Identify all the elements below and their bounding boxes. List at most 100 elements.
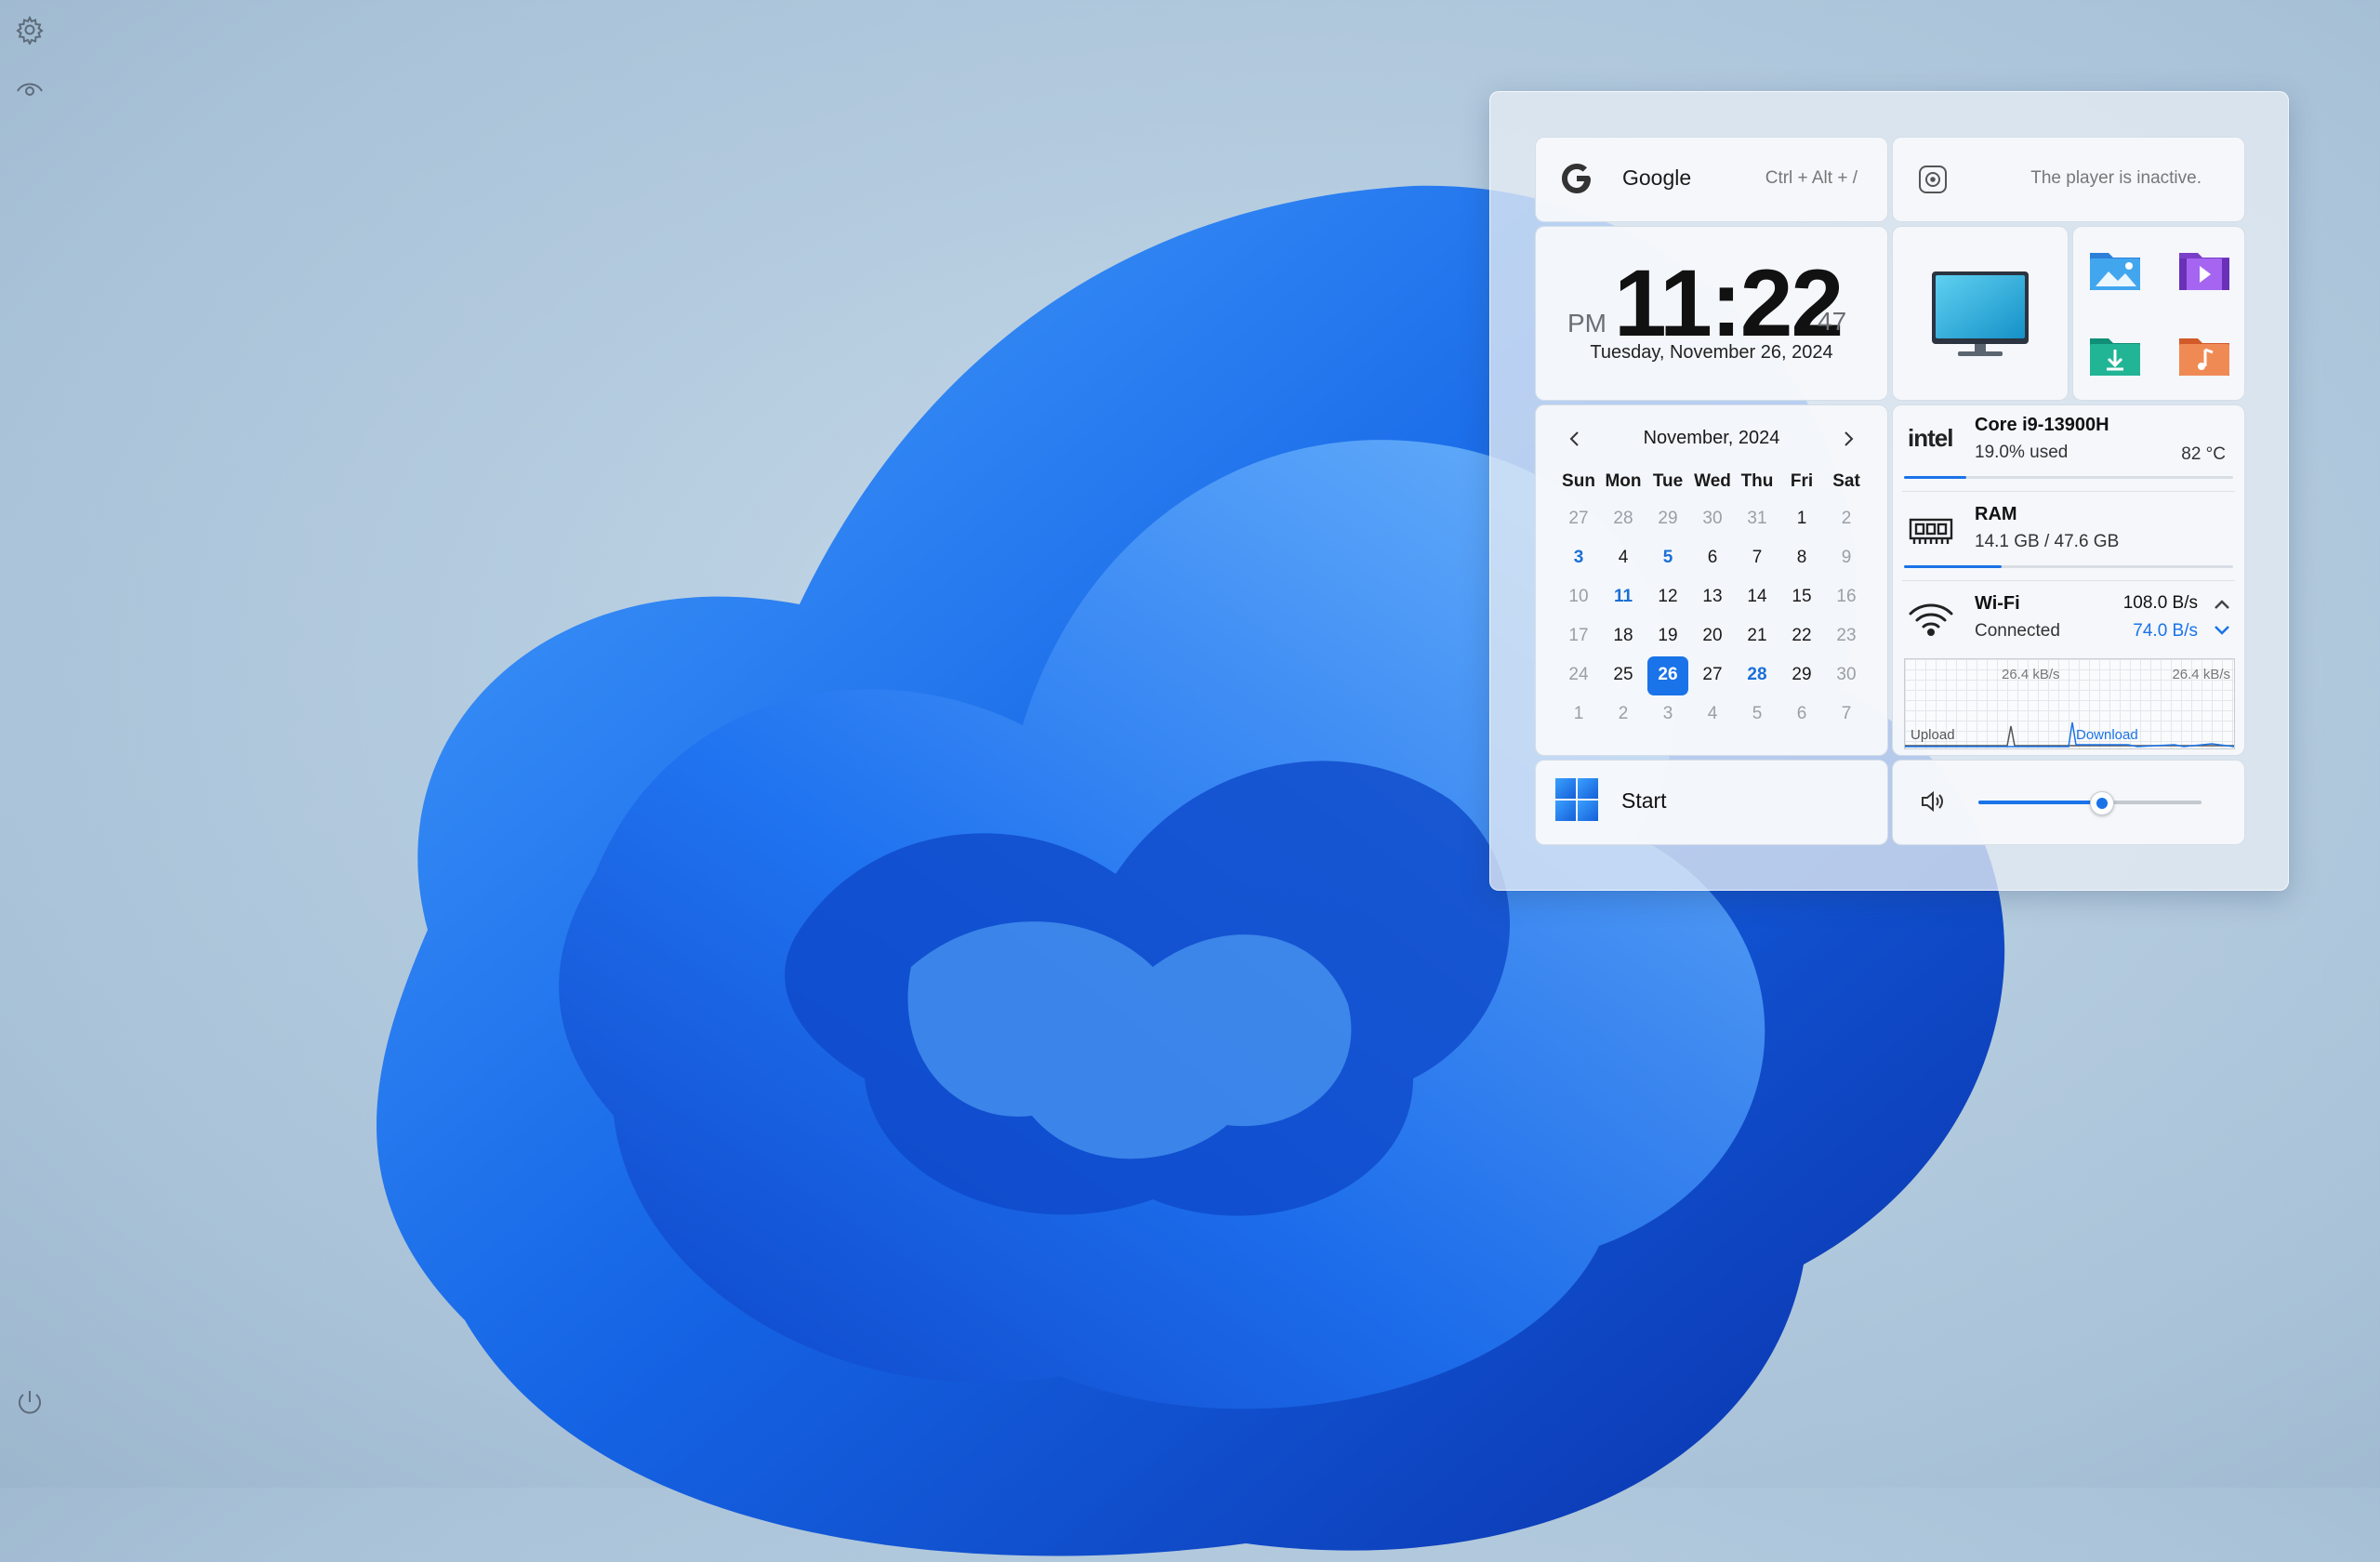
upload-graph-label: Upload <box>1911 727 1955 743</box>
calendar-day[interactable]: 5 <box>1647 539 1688 578</box>
calendar-day[interactable]: 25 <box>1603 656 1644 695</box>
chevron-right-icon <box>1844 431 1854 446</box>
clock-seconds: 47 <box>1818 307 1847 336</box>
calendar-weekday: Thu <box>1740 471 1774 491</box>
search-shortcut-hint: Ctrl + Alt + / <box>1765 168 1858 188</box>
calendar-day[interactable]: 2 <box>1603 695 1644 735</box>
pictures-folder-icon[interactable] <box>2088 245 2142 294</box>
calendar-next-button[interactable] <box>1835 426 1861 452</box>
downloads-folder-icon[interactable] <box>2088 331 2142 379</box>
eye-icon[interactable] <box>13 73 46 106</box>
google-search-card[interactable]: Google Ctrl + Alt + / <box>1535 137 1888 222</box>
calendar-day[interactable]: 8 <box>1781 539 1822 578</box>
calendar-day[interactable]: 17 <box>1558 617 1599 656</box>
calendar-day[interactable]: 7 <box>1826 695 1867 735</box>
widget-panel: Google Ctrl + Alt + / The player is inac… <box>1489 91 2289 891</box>
calendar-day[interactable]: 9 <box>1826 539 1867 578</box>
calendar-day[interactable]: 6 <box>1692 539 1733 578</box>
calendar-weekday: Sat <box>1832 471 1860 491</box>
monitor-icon <box>1932 271 2029 356</box>
google-icon <box>1562 164 1591 193</box>
calendar-day[interactable]: 3 <box>1647 695 1688 735</box>
calendar-day[interactable]: 30 <box>1826 656 1867 695</box>
calendar-day[interactable]: 24 <box>1558 656 1599 695</box>
ram-usage-bar <box>1904 565 2233 568</box>
calendar-day[interactable]: 29 <box>1647 500 1688 539</box>
calendar-day[interactable]: 2 <box>1826 500 1867 539</box>
media-player-card[interactable]: The player is inactive. <box>1892 137 2245 222</box>
calendar-day[interactable]: 19 <box>1647 617 1688 656</box>
clock-ampm: PM <box>1567 309 1606 338</box>
calendar-day[interactable]: 27 <box>1558 500 1599 539</box>
calendar-day[interactable]: 23 <box>1826 617 1867 656</box>
calendar-day[interactable]: 27 <box>1692 656 1733 695</box>
calendar-day-today[interactable]: 26 <box>1647 656 1688 695</box>
wifi-status: Connected <box>1975 621 2060 641</box>
network-graph: 26.4 kB/s 26.4 kB/s Upload Download <box>1904 658 2235 749</box>
start-label: Start <box>1621 788 1667 813</box>
calendar-weekday: Sun <box>1562 471 1595 491</box>
system-monitor-card: intel Core i9-13900H 19.0% used 82 °C RA… <box>1892 404 2245 756</box>
ram-usage: 14.1 GB / 47.6 GB <box>1975 532 2120 551</box>
power-icon[interactable] <box>13 1385 46 1419</box>
cpu-usage: 19.0% used <box>1975 443 2069 462</box>
media-player-icon <box>1919 165 1947 193</box>
calendar-card: November, 2024 Sun Mon Tue Wed Thu Fri Sat 27 28… <box>1535 404 1888 756</box>
calendar-day[interactable]: 22 <box>1781 617 1822 656</box>
wifi-upload-rate: 108.0 B/s <box>2122 593 2198 613</box>
download-graph-label: Download <box>2076 727 2138 743</box>
calendar-day[interactable]: 13 <box>1692 578 1733 617</box>
calendar-day[interactable]: 12 <box>1647 578 1688 617</box>
start-button[interactable]: Start <box>1535 760 1888 845</box>
calendar-day[interactable]: 7 <box>1737 539 1778 578</box>
calendar-day[interactable]: 10 <box>1558 578 1599 617</box>
this-pc-card[interactable] <box>1892 226 2069 401</box>
calendar-day[interactable]: 6 <box>1781 695 1822 735</box>
calendar-grid: Sun Mon Tue Wed Thu Fri Sat 27 28 29 30 31 1 2 3 4 5 6 7 8 9… <box>1556 463 1869 735</box>
calendar-day[interactable]: 28 <box>1737 656 1778 695</box>
ram-icon <box>1909 518 1953 544</box>
windows-logo-icon <box>1555 778 1598 821</box>
calendar-weekday: Tue <box>1652 471 1684 491</box>
calendar-day[interactable]: 29 <box>1781 656 1822 695</box>
calendar-day[interactable]: 21 <box>1737 617 1778 656</box>
clock-date: Tuesday, November 26, 2024 <box>1590 342 1833 363</box>
upload-arrow-icon <box>2215 600 2229 609</box>
clock-card: PM 11:22 47 Tuesday, November 26, 2024 <box>1535 226 1888 401</box>
player-status: The player is inactive. <box>2030 168 2202 188</box>
cpu-temp: 82 °C <box>2181 444 2226 464</box>
calendar-day[interactable]: 15 <box>1781 578 1822 617</box>
ram-label: RAM <box>1975 504 2017 524</box>
calendar-day[interactable]: 5 <box>1737 695 1778 735</box>
calendar-day[interactable]: 4 <box>1603 539 1644 578</box>
calendar-day[interactable]: 14 <box>1737 578 1778 617</box>
gear-icon[interactable] <box>13 13 46 46</box>
download-arrow-icon <box>2215 626 2229 635</box>
calendar-day[interactable]: 28 <box>1603 500 1644 539</box>
search-label: Google <box>1622 165 1692 190</box>
calendar-day[interactable]: 1 <box>1781 500 1822 539</box>
cpu-name: Core i9-13900H <box>1975 415 2109 435</box>
volume-slider-thumb[interactable] <box>2090 791 2114 815</box>
cpu-usage-bar <box>1904 476 2233 479</box>
calendar-day[interactable]: 20 <box>1692 617 1733 656</box>
volume-slider[interactable] <box>1978 791 2202 815</box>
divider <box>1902 580 2235 581</box>
videos-folder-icon[interactable] <box>2177 245 2231 294</box>
calendar-day[interactable]: 16 <box>1826 578 1867 617</box>
calendar-day[interactable]: 3 <box>1558 539 1599 578</box>
divider <box>1902 491 2235 492</box>
volume-card <box>1892 760 2245 845</box>
calendar-day[interactable]: 18 <box>1603 617 1644 656</box>
calendar-day[interactable]: 4 <box>1692 695 1733 735</box>
intel-logo-icon: intel <box>1908 424 1953 452</box>
calendar-weekday: Wed <box>1694 471 1731 491</box>
calendar-day[interactable]: 1 <box>1558 695 1599 735</box>
wifi-icon <box>1909 603 1953 636</box>
calendar-day[interactable]: 30 <box>1692 500 1733 539</box>
calendar-day[interactable]: 11 <box>1603 578 1644 617</box>
speaker-icon[interactable] <box>1919 788 1945 814</box>
calendar-day[interactable]: 31 <box>1737 500 1778 539</box>
folders-card <box>2072 226 2245 401</box>
music-folder-icon[interactable] <box>2177 331 2231 379</box>
